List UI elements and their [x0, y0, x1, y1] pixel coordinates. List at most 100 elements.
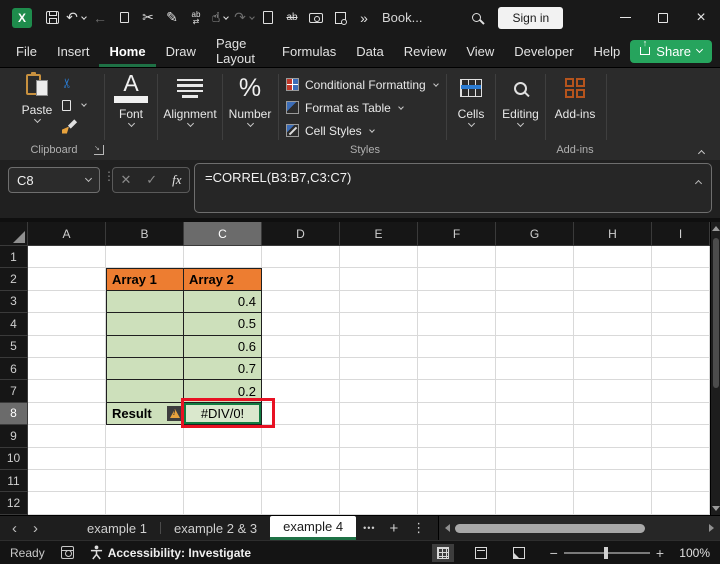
cell-G11[interactable]: [496, 470, 574, 492]
strikethrough-icon[interactable]: ab: [280, 5, 304, 31]
cell-B11[interactable]: [106, 470, 184, 492]
menu-tab-developer[interactable]: Developer: [504, 35, 583, 67]
sheet-tab-example-1[interactable]: example 1: [74, 516, 160, 540]
row-header-6[interactable]: 6: [0, 358, 28, 380]
cell-E5[interactable]: [340, 336, 418, 358]
cell-B2[interactable]: Array 1: [106, 268, 184, 290]
cell-D2[interactable]: [262, 268, 340, 290]
font-menu-button[interactable]: A Font: [106, 72, 156, 126]
new-sheet-icon[interactable]: +: [383, 516, 406, 540]
cell-A9[interactable]: [28, 425, 106, 447]
cell-E4[interactable]: [340, 313, 418, 335]
menu-tab-page-layout[interactable]: Page Layout: [206, 35, 272, 67]
cell-A3[interactable]: [28, 291, 106, 313]
scroll-right-icon[interactable]: [709, 524, 714, 532]
row-header-8[interactable]: 8: [0, 403, 28, 425]
cell-D4[interactable]: [262, 313, 340, 335]
cell-D10[interactable]: [262, 448, 340, 470]
cell-G2[interactable]: [496, 268, 574, 290]
cell-F8[interactable]: [418, 403, 496, 425]
cell-D5[interactable]: [262, 336, 340, 358]
scroll-left-icon[interactable]: [445, 524, 450, 532]
save-icon[interactable]: [40, 5, 64, 31]
cell-I7[interactable]: [652, 380, 710, 402]
minimize-icon[interactable]: [606, 0, 644, 35]
cell-G5[interactable]: [496, 336, 574, 358]
row-header-5[interactable]: 5: [0, 336, 28, 358]
cell-D9[interactable]: [262, 425, 340, 447]
cell-C1[interactable]: [184, 246, 262, 268]
cell-C11[interactable]: [184, 470, 262, 492]
cell-F6[interactable]: [418, 358, 496, 380]
column-header-D[interactable]: D: [262, 222, 340, 246]
cell-E9[interactable]: [340, 425, 418, 447]
cancel-icon[interactable]: ✕: [120, 172, 131, 188]
cell-F7[interactable]: [418, 380, 496, 402]
accessibility-status[interactable]: Accessibility: Investigate: [90, 545, 251, 560]
row-header-4[interactable]: 4: [0, 313, 28, 335]
column-header-F[interactable]: F: [418, 222, 496, 246]
cell-H6[interactable]: [574, 358, 652, 380]
page-layout-view-button[interactable]: [470, 544, 492, 562]
redo-icon[interactable]: ↷: [232, 5, 256, 31]
vertical-scroll-thumb[interactable]: [713, 238, 719, 388]
number-menu-button[interactable]: % Number: [224, 72, 276, 126]
sheet-options-icon[interactable]: ⋮: [405, 516, 432, 540]
cell-E1[interactable]: [340, 246, 418, 268]
cut-icon[interactable]: ✂: [136, 5, 160, 31]
normal-view-button[interactable]: [432, 544, 454, 562]
cell-I10[interactable]: [652, 448, 710, 470]
cell-H1[interactable]: [574, 246, 652, 268]
collapse-formula-bar-icon[interactable]: [695, 180, 702, 187]
more-sheets-icon[interactable]: •••: [356, 516, 382, 540]
cell-D6[interactable]: [262, 358, 340, 380]
clipboard-dialog-launcher-icon[interactable]: ↘: [94, 145, 104, 155]
conditional-formatting-button[interactable]: Conditional Formatting: [286, 73, 444, 96]
column-header-E[interactable]: E: [340, 222, 418, 246]
cell-A8[interactable]: [28, 403, 106, 425]
cell-A2[interactable]: [28, 268, 106, 290]
cells-menu-button[interactable]: Cells: [448, 72, 494, 126]
sheet-tab-example-2-3[interactable]: example 2 & 3: [161, 516, 270, 540]
cell-B5[interactable]: [106, 336, 184, 358]
vertical-scrollbar[interactable]: [710, 222, 720, 515]
cell-G9[interactable]: [496, 425, 574, 447]
draw-icon[interactable]: ✎: [160, 5, 184, 31]
menu-tab-file[interactable]: File: [6, 35, 47, 67]
column-header-H[interactable]: H: [574, 222, 652, 246]
cell-F11[interactable]: [418, 470, 496, 492]
cell-A4[interactable]: [28, 313, 106, 335]
column-header-C[interactable]: C: [184, 222, 262, 246]
enter-icon[interactable]: ✓: [146, 172, 157, 188]
cell-E12[interactable]: [340, 492, 418, 514]
add-ins-button[interactable]: Add-ins: [547, 72, 603, 121]
more-commands-icon[interactable]: »: [352, 5, 376, 31]
scroll-down-icon[interactable]: [712, 506, 720, 511]
cell-G7[interactable]: [496, 380, 574, 402]
cell-H7[interactable]: [574, 380, 652, 402]
zoom-level[interactable]: 100%: [670, 546, 710, 560]
formula-input[interactable]: =CORREL(B3:B7,C3:C7): [194, 163, 712, 213]
cell-A6[interactable]: [28, 358, 106, 380]
row-header-9[interactable]: 9: [0, 425, 28, 447]
lookup-icon[interactable]: [328, 5, 352, 31]
cell-G3[interactable]: [496, 291, 574, 313]
cell-I12[interactable]: [652, 492, 710, 514]
row-header-7[interactable]: 7: [0, 380, 28, 402]
cell-G10[interactable]: [496, 448, 574, 470]
zoom-in-button[interactable]: +: [650, 545, 670, 561]
error-warning-icon[interactable]: [167, 406, 182, 421]
cell-B7[interactable]: [106, 380, 184, 402]
menu-tab-review[interactable]: Review: [394, 35, 457, 67]
cell-C12[interactable]: [184, 492, 262, 514]
cell-H5[interactable]: [574, 336, 652, 358]
cell-E7[interactable]: [340, 380, 418, 402]
copy-icon[interactable]: [112, 5, 136, 31]
zoom-slider-thumb[interactable]: [604, 547, 608, 559]
prev-sheet-icon[interactable]: ‹: [12, 520, 17, 537]
row-header-10[interactable]: 10: [0, 448, 28, 470]
cell-G8[interactable]: [496, 403, 574, 425]
menu-tab-insert[interactable]: Insert: [47, 35, 100, 67]
column-header-G[interactable]: G: [496, 222, 574, 246]
cell-G1[interactable]: [496, 246, 574, 268]
